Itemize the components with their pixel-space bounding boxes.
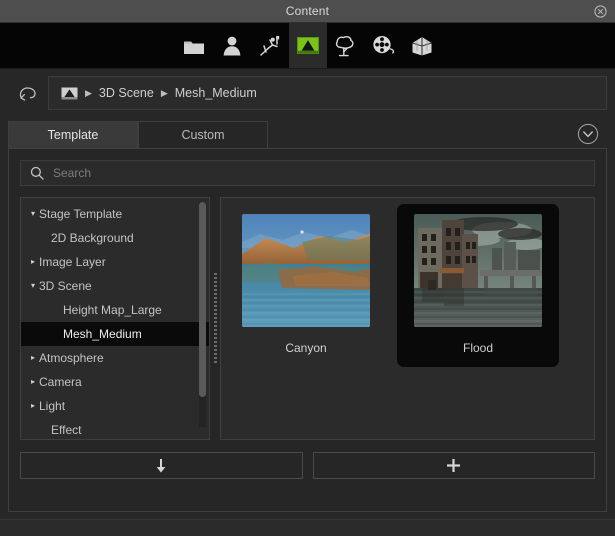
tree-item-label: Stage Template [39, 207, 123, 221]
content-panel: ▶ 3D Scene ▶ Mesh_Medium Template Custom [8, 76, 607, 512]
tab-template[interactable]: Template [8, 121, 138, 148]
panel-splitter[interactable] [210, 197, 220, 440]
down-arrow-icon [155, 458, 167, 474]
tree-item-2d-background[interactable]: 2D Background [21, 226, 209, 250]
prop-umbrella-icon[interactable] [403, 23, 441, 68]
add-button[interactable] [312, 452, 595, 479]
tab-bar: Template Custom [8, 120, 607, 148]
breadcrumb-item-mesh-medium[interactable]: Mesh_Medium [175, 86, 257, 100]
tree-item-camera[interactable]: ▸ Camera [21, 370, 209, 394]
splitter-grip-icon[interactable] [213, 272, 217, 365]
tree-item-mesh-medium[interactable]: Mesh_Medium [21, 322, 209, 346]
template-split: ▾ Stage Template 2D Background ▸ Image L… [20, 197, 595, 440]
tree-scrollbar-thumb[interactable] [199, 202, 206, 397]
twisty-collapsed-icon[interactable]: ▸ [27, 258, 39, 266]
tree-item-label: Light [39, 399, 66, 413]
plus-icon [446, 458, 461, 473]
search-field[interactable]: Search [20, 160, 595, 186]
tree-item-label: 3D Scene [39, 279, 92, 293]
tree-item-label: Mesh_Medium [63, 327, 142, 341]
breadcrumb-item-3d-scene[interactable]: 3D Scene [99, 86, 154, 100]
stage-icon[interactable] [288, 23, 327, 68]
tree-item-label: Camera [39, 375, 82, 389]
tree-item-label: Effect [51, 423, 82, 437]
twisty-expanded-icon[interactable]: ▾ [27, 210, 39, 218]
template-content-frame: Search ▾ Stage Template 2D Background ▸ … [8, 148, 607, 512]
tree-item-label: 2D Background [51, 231, 134, 245]
close-icon[interactable] [593, 4, 607, 18]
breadcrumb-row: ▶ 3D Scene ▶ Mesh_Medium [8, 76, 607, 110]
tree-item-light[interactable]: ▸ Light [21, 394, 209, 418]
tree-item-3d-scene[interactable]: ▾ 3D Scene [21, 274, 209, 298]
twisty-collapsed-icon[interactable]: ▸ [27, 354, 39, 362]
tree-scrollbar[interactable] [199, 202, 206, 427]
breadcrumb-separator: ▶ [160, 87, 168, 98]
breadcrumb-root-icon[interactable] [61, 87, 78, 100]
thumbnail-label: Canyon [285, 341, 327, 355]
twisty-collapsed-icon[interactable]: ▸ [27, 378, 39, 386]
action-button-row [20, 452, 595, 479]
tree-item-label: Atmosphere [39, 351, 104, 365]
tree-item-atmosphere[interactable]: ▸ Atmosphere [21, 346, 209, 370]
search-input[interactable]: Search [53, 166, 91, 180]
tree-list: ▾ Stage Template 2D Background ▸ Image L… [21, 198, 209, 439]
twisty-expanded-icon[interactable]: ▾ [27, 282, 39, 290]
motion-icon[interactable] [251, 23, 289, 68]
tree-item-label: Image Layer [39, 255, 106, 269]
canyon-thumbnail-image[interactable] [242, 214, 370, 327]
tree-icon[interactable] [327, 23, 365, 68]
search-icon [30, 166, 44, 180]
breadcrumb-separator: ▶ [85, 87, 92, 98]
tree-item-label: Height Map_Large [63, 303, 162, 317]
chevron-down-circle-icon[interactable] [575, 121, 601, 147]
flood-thumbnail-image[interactable] [414, 214, 542, 327]
template-thumbnail-grid: Canyon Flood [220, 197, 595, 440]
tree-item-effect[interactable]: Effect [21, 418, 209, 439]
window-bottom-strip [0, 519, 615, 536]
window-title: Content [285, 4, 330, 18]
category-toolbar [0, 23, 615, 69]
tree-item-stage-template[interactable]: ▾ Stage Template [21, 202, 209, 226]
tab-custom[interactable]: Custom [138, 121, 268, 148]
film-reel-icon[interactable] [365, 23, 403, 68]
thumbnail-item-flood[interactable]: Flood [397, 204, 559, 367]
thumbnail-label: Flood [462, 341, 494, 355]
twisty-collapsed-icon[interactable]: ▸ [27, 402, 39, 410]
tree-item-height-map-large[interactable]: Height Map_Large [21, 298, 209, 322]
folder-icon[interactable] [175, 23, 213, 68]
download-button[interactable] [20, 452, 303, 479]
stage-template-tree[interactable]: ▾ Stage Template 2D Background ▸ Image L… [20, 197, 210, 440]
thumbnail-item-canyon[interactable]: Canyon [225, 204, 387, 367]
breadcrumb[interactable]: ▶ 3D Scene ▶ Mesh_Medium [48, 76, 607, 110]
person-icon[interactable] [213, 23, 251, 68]
back-arrow-icon[interactable] [8, 76, 48, 110]
content-window: Content ▶ 3D Scene ▶ Mesh_Medium Templat… [0, 0, 615, 536]
titlebar: Content [0, 0, 615, 23]
tree-item-image-layer[interactable]: ▸ Image Layer [21, 250, 209, 274]
